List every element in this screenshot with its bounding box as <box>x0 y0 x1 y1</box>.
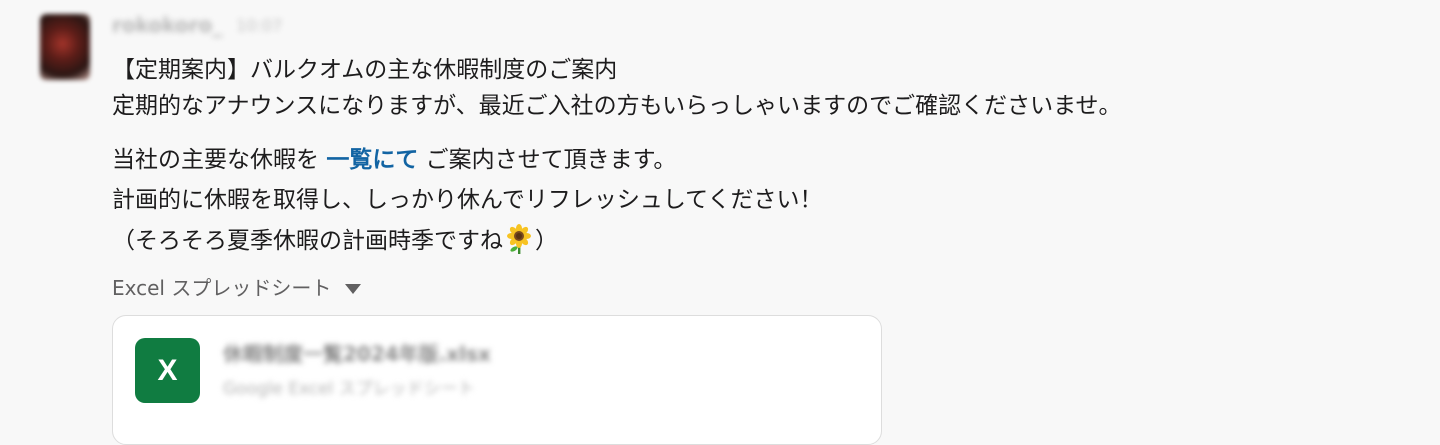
message-text: （そろそろ夏季休暇の計画時季ですね <box>112 228 503 254</box>
list-link[interactable]: 一覧にて <box>326 147 418 173</box>
file-card[interactable]: X 休暇制度一覧2024年版.xlsx Google Excel スプレッドシー… <box>112 315 882 445</box>
sender-name[interactable]: rokokoro_ <box>112 13 222 37</box>
message-line-3: 当社の主要な休暇を 一覧にて ご案内させて頂きます。 <box>112 144 676 176</box>
excel-file-icon: X <box>135 338 200 403</box>
message-line-title: 【定期案内】バルクオムの主な休暇制度のご案内 <box>112 57 618 83</box>
attachment-type-label: Excel スプレッドシート <box>112 276 332 300</box>
caret-down-icon[interactable] <box>345 284 362 294</box>
message-line-2: 定期的なアナウンスになりますが、最近ご入社の方もいらっしゃいますのでご確認くださ… <box>112 93 1122 119</box>
message-line-5: （そろそろ夏季休暇の計画時季ですね ） <box>112 224 558 257</box>
message-avatar[interactable] <box>40 14 90 80</box>
message-text: 当社の主要な休暇を <box>112 147 327 173</box>
sender-line: rokokoro_ 10:07 <box>112 12 282 38</box>
message-timestamp[interactable]: 10:07 <box>236 16 282 35</box>
message-text: ご案内させて頂きます。 <box>418 147 677 173</box>
sunflower-icon <box>505 224 533 254</box>
attachment-toggle[interactable]: Excel スプレッドシート <box>112 272 362 304</box>
file-meta: Google Excel スプレッドシート <box>223 379 475 399</box>
message-line-4: 計画的に休暇を取得し、しっかり休んでリフレッシュしてください！ <box>112 187 823 213</box>
message-text: ） <box>535 228 558 254</box>
file-name[interactable]: 休暇制度一覧2024年版.xlsx <box>223 338 491 367</box>
